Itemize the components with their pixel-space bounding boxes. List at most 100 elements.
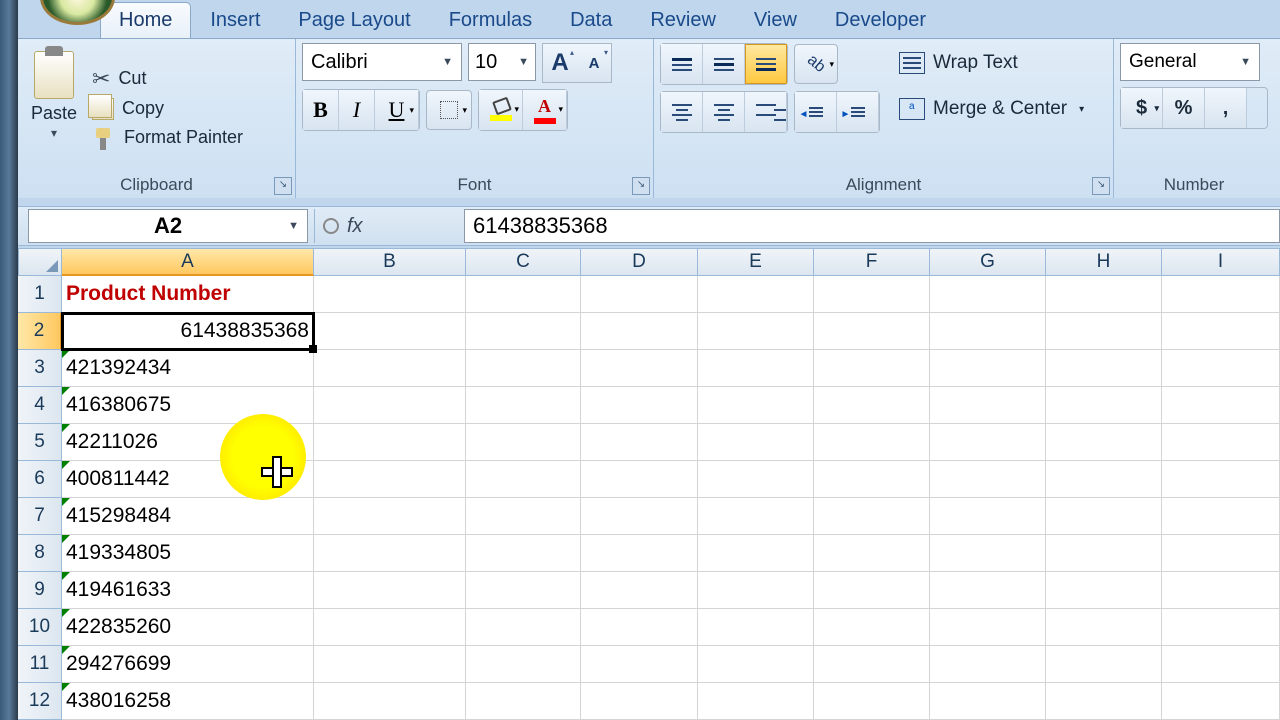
cell-C6[interactable] bbox=[466, 461, 581, 498]
cell-D8[interactable] bbox=[581, 535, 698, 572]
cell-F12[interactable] bbox=[814, 683, 930, 720]
row-header-1[interactable]: 1 bbox=[18, 276, 62, 313]
cut-button[interactable]: ✂Cut bbox=[92, 66, 243, 92]
row-header-12[interactable]: 12 bbox=[18, 683, 62, 720]
column-header-F[interactable]: F bbox=[814, 248, 930, 276]
column-header-D[interactable]: D bbox=[581, 248, 698, 276]
cell-B11[interactable] bbox=[314, 646, 466, 683]
cell-E8[interactable] bbox=[698, 535, 814, 572]
cell-B2[interactable] bbox=[314, 313, 466, 350]
cell-E3[interactable] bbox=[698, 350, 814, 387]
cell-G8[interactable] bbox=[930, 535, 1046, 572]
cell-G3[interactable] bbox=[930, 350, 1046, 387]
cell-E2[interactable] bbox=[698, 313, 814, 350]
fx-label[interactable]: fx bbox=[347, 215, 363, 238]
ribbon-tab-data[interactable]: Data bbox=[551, 2, 631, 38]
cell-A3[interactable]: 421392434 bbox=[62, 350, 314, 387]
cell-B4[interactable] bbox=[314, 387, 466, 424]
cell-B9[interactable] bbox=[314, 572, 466, 609]
cell-B8[interactable] bbox=[314, 535, 466, 572]
cell-H9[interactable] bbox=[1046, 572, 1162, 609]
cell-F1[interactable] bbox=[814, 276, 930, 313]
row-header-4[interactable]: 4 bbox=[18, 387, 62, 424]
cell-D9[interactable] bbox=[581, 572, 698, 609]
cell-I3[interactable] bbox=[1162, 350, 1280, 387]
row-header-2[interactable]: 2 bbox=[18, 313, 62, 350]
cell-E7[interactable] bbox=[698, 498, 814, 535]
merge-center-button[interactable]: Merge & Center bbox=[890, 89, 1093, 129]
cell-C9[interactable] bbox=[466, 572, 581, 609]
ribbon-tab-insert[interactable]: Insert bbox=[191, 2, 279, 38]
copy-button[interactable]: Copy bbox=[92, 98, 243, 120]
shrink-font-button[interactable]: A▾ bbox=[577, 44, 611, 82]
cell-H1[interactable] bbox=[1046, 276, 1162, 313]
cell-C12[interactable] bbox=[466, 683, 581, 720]
ribbon-tab-view[interactable]: View bbox=[735, 2, 816, 38]
cell-A10[interactable]: 422835260 bbox=[62, 609, 314, 646]
cell-C2[interactable] bbox=[466, 313, 581, 350]
cell-G7[interactable] bbox=[930, 498, 1046, 535]
align-left-button[interactable] bbox=[661, 92, 703, 132]
cell-B10[interactable] bbox=[314, 609, 466, 646]
cell-D7[interactable] bbox=[581, 498, 698, 535]
cell-D1[interactable] bbox=[581, 276, 698, 313]
font-size-combo[interactable]: 10▼ bbox=[468, 43, 536, 81]
font-name-combo[interactable]: Calibri▼ bbox=[302, 43, 462, 81]
cell-I5[interactable] bbox=[1162, 424, 1280, 461]
paste-button[interactable]: Paste bbox=[24, 43, 84, 172]
cell-C7[interactable] bbox=[466, 498, 581, 535]
align-top-button[interactable] bbox=[661, 44, 703, 84]
cell-E4[interactable] bbox=[698, 387, 814, 424]
cancel-icon[interactable] bbox=[323, 218, 339, 234]
cell-A7[interactable]: 415298484 bbox=[62, 498, 314, 535]
cell-C5[interactable] bbox=[466, 424, 581, 461]
cell-A11[interactable]: 294276699 bbox=[62, 646, 314, 683]
cell-C4[interactable] bbox=[466, 387, 581, 424]
cell-C1[interactable] bbox=[466, 276, 581, 313]
bold-button[interactable]: B bbox=[303, 90, 339, 130]
cell-B12[interactable] bbox=[314, 683, 466, 720]
cell-I12[interactable] bbox=[1162, 683, 1280, 720]
cell-E9[interactable] bbox=[698, 572, 814, 609]
cell-F4[interactable] bbox=[814, 387, 930, 424]
cell-D2[interactable] bbox=[581, 313, 698, 350]
cell-I1[interactable] bbox=[1162, 276, 1280, 313]
column-header-B[interactable]: B bbox=[314, 248, 466, 276]
cell-E11[interactable] bbox=[698, 646, 814, 683]
cell-B1[interactable] bbox=[314, 276, 466, 313]
cell-G11[interactable] bbox=[930, 646, 1046, 683]
align-bottom-button[interactable] bbox=[745, 44, 787, 84]
cell-D4[interactable] bbox=[581, 387, 698, 424]
cell-A12[interactable]: 438016258 bbox=[62, 683, 314, 720]
cell-C8[interactable] bbox=[466, 535, 581, 572]
decrease-indent-button[interactable]: ◄ bbox=[795, 92, 837, 132]
cell-B7[interactable] bbox=[314, 498, 466, 535]
cell-F9[interactable] bbox=[814, 572, 930, 609]
align-center-button[interactable] bbox=[703, 92, 745, 132]
cell-G5[interactable] bbox=[930, 424, 1046, 461]
cell-E1[interactable] bbox=[698, 276, 814, 313]
align-middle-button[interactable] bbox=[703, 44, 745, 84]
column-header-H[interactable]: H bbox=[1046, 248, 1162, 276]
cell-F8[interactable] bbox=[814, 535, 930, 572]
currency-button[interactable]: $ bbox=[1121, 88, 1163, 128]
cell-A8[interactable]: 419334805 bbox=[62, 535, 314, 572]
cell-I7[interactable] bbox=[1162, 498, 1280, 535]
italic-button[interactable]: I bbox=[339, 90, 375, 130]
cell-H5[interactable] bbox=[1046, 424, 1162, 461]
cell-F5[interactable] bbox=[814, 424, 930, 461]
cell-H2[interactable] bbox=[1046, 313, 1162, 350]
row-header-8[interactable]: 8 bbox=[18, 535, 62, 572]
cell-D5[interactable] bbox=[581, 424, 698, 461]
ribbon-tab-page-layout[interactable]: Page Layout bbox=[279, 2, 429, 38]
column-header-A[interactable]: A bbox=[62, 248, 314, 276]
cell-I2[interactable] bbox=[1162, 313, 1280, 350]
column-header-G[interactable]: G bbox=[930, 248, 1046, 276]
row-header-6[interactable]: 6 bbox=[18, 461, 62, 498]
row-header-10[interactable]: 10 bbox=[18, 609, 62, 646]
grow-font-button[interactable]: A▴ bbox=[543, 44, 577, 82]
orientation-button[interactable]: ab bbox=[794, 44, 838, 84]
cell-E6[interactable] bbox=[698, 461, 814, 498]
cell-G10[interactable] bbox=[930, 609, 1046, 646]
cell-B6[interactable] bbox=[314, 461, 466, 498]
